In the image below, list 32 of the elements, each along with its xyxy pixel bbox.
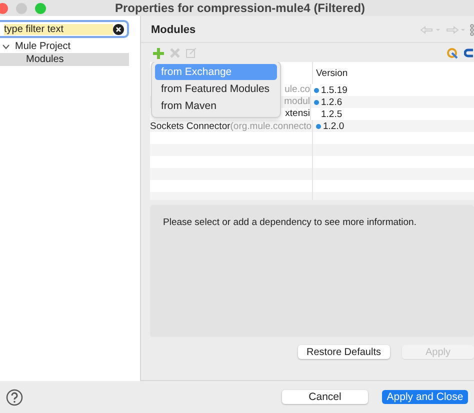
clear-icon[interactable] (113, 24, 124, 34)
restore-defaults-button[interactable]: Restore Defaults (298, 345, 390, 359)
table-cell: xtensi (285, 108, 310, 119)
filter-field[interactable]: type filter text (0, 20, 129, 38)
menu-item[interactable]: from Maven (155, 98, 277, 114)
tree-item[interactable]: Modules (0, 53, 129, 66)
version-cell: 1.5.19 (321, 84, 348, 96)
help-icon[interactable] (6, 388, 23, 406)
chevron-icon[interactable] (2, 44, 10, 50)
page-title: Modules (151, 24, 197, 36)
more-icon[interactable] (470, 24, 474, 36)
tree-item[interactable]: Mule Project (0, 40, 140, 53)
version-cell: 1.2.5 (321, 108, 342, 120)
zoom-window-button[interactable] (35, 2, 46, 14)
column-header[interactable]: Version (313, 68, 474, 78)
table-cell: Sockets Connector(org.mule.connecto (150, 120, 312, 132)
close-window-button[interactable] (0, 2, 8, 14)
minimize-window-button[interactable] (16, 2, 27, 14)
info-text: Please select or add a dependency to see more information. (163, 217, 416, 228)
table-cell: modul (284, 96, 310, 107)
add-icon[interactable] (153, 48, 164, 58)
version-cell: 1.2.6 (321, 96, 342, 108)
menu-item[interactable]: from Featured Modules (155, 81, 277, 97)
version-cell: 1.2.0 (323, 120, 344, 132)
back-icon[interactable] (420, 26, 442, 34)
cancel-button[interactable]: Cancel (282, 390, 368, 404)
forward-icon[interactable] (445, 26, 467, 34)
apply-and-close-button[interactable]: Apply and Close (382, 390, 468, 404)
remove-icon[interactable] (170, 48, 180, 58)
window-title: Properties for compression-mule4 (Filtered) (114, 1, 366, 15)
table-cell: ule.co (284, 84, 310, 95)
edit-icon[interactable] (186, 48, 197, 58)
